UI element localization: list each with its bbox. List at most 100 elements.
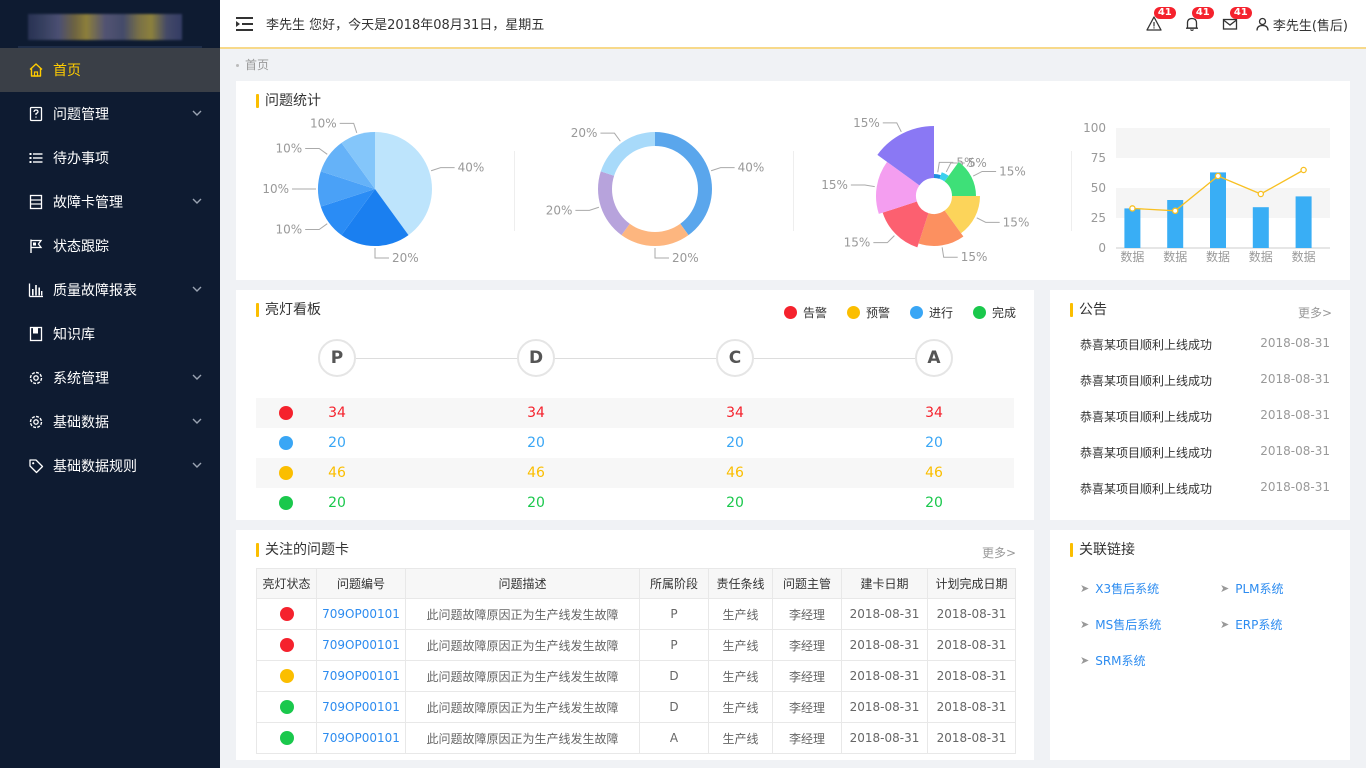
- notice-item[interactable]: 恭喜某项目顺利上线成功 2018-08-31: [1080, 480, 1330, 500]
- sidebar-item-8[interactable]: 基础数据: [0, 400, 220, 444]
- table-row[interactable]: 709OP00101 此问题故障原因正为生产线发生故障 D 生产线 李经理 2018-08…: [256, 691, 1016, 723]
- cell-code[interactable]: 709OP00101: [316, 722, 406, 754]
- y-tick-label: 75: [1091, 151, 1106, 165]
- board-count[interactable]: 34: [914, 405, 954, 421]
- sidebar-item-3[interactable]: 故障卡管理: [0, 180, 220, 224]
- rose-chart: 5%5%15%15%15%15%15%15%: [821, 116, 1029, 264]
- notice-date: 2018-08-31: [1260, 408, 1330, 422]
- table-row[interactable]: 709OP00101 此问题故障原因正为生产线发生故障 P 生产线 李经理 2018-08…: [256, 629, 1016, 661]
- notice-text: 恭喜某项目顺利上线成功: [1080, 374, 1213, 388]
- column-header[interactable]: 责任条线: [708, 568, 773, 599]
- board-count[interactable]: 20: [317, 495, 357, 511]
- bar-1[interactable]: [1167, 200, 1184, 248]
- notification-button[interactable]: 41: [1184, 7, 1214, 32]
- notice-item[interactable]: 恭喜某项目顺利上线成功 2018-08-31: [1080, 408, 1330, 428]
- status-dot: [279, 496, 293, 510]
- legend-item: 告警: [783, 304, 827, 321]
- slice-3[interactable]: [600, 132, 655, 176]
- board-count[interactable]: 34: [317, 405, 357, 421]
- cell-line: 生产线: [708, 691, 773, 723]
- sidebar-item-2[interactable]: 待办事项: [0, 136, 220, 180]
- board-count[interactable]: 20: [715, 495, 755, 511]
- board-count[interactable]: 20: [914, 495, 954, 511]
- sidebar-item-9[interactable]: 基础数据规则: [0, 444, 220, 488]
- sidebar-item-5[interactable]: 质量故障报表: [0, 268, 220, 312]
- line-point-0[interactable]: [1129, 205, 1136, 212]
- cell-code[interactable]: 709OP00101: [316, 660, 406, 692]
- cell-owner: 李经理: [772, 722, 842, 754]
- board-count[interactable]: 20: [516, 495, 556, 511]
- notice-more-link[interactable]: 更多>: [1298, 304, 1332, 321]
- table-row[interactable]: 709OP00101 此问题故障原因正为生产线发生故障 D 生产线 李经理 2018-08…: [256, 660, 1016, 692]
- user-menu[interactable]: 李先生(售后): [1256, 15, 1348, 34]
- link-label: MS售后系统: [1095, 618, 1162, 632]
- board-count[interactable]: 20: [317, 435, 357, 451]
- cell-created: 2018-08-31: [841, 660, 928, 692]
- sidebar-item-6[interactable]: 知识库: [0, 312, 220, 356]
- related-link[interactable]: ➤ ERP系统: [1220, 616, 1282, 633]
- greeting-text: 李先生 您好，今天是2018年08月31日，星期五: [266, 18, 545, 33]
- message-button[interactable]: 41: [1222, 7, 1252, 32]
- column-header[interactable]: 计划完成日期: [927, 568, 1016, 599]
- bar-3[interactable]: [1252, 207, 1269, 248]
- slice-0[interactable]: [655, 132, 712, 236]
- notice-item[interactable]: 恭喜某项目顺利上线成功 2018-08-31: [1080, 372, 1330, 392]
- alert-button[interactable]: 41: [1146, 7, 1176, 32]
- column-header[interactable]: 所属阶段: [639, 568, 709, 599]
- cell-code[interactable]: 709OP00101: [316, 691, 406, 723]
- table-row[interactable]: 709OP00101 此问题故障原因正为生产线发生故障 A 生产线 李经理 2018-08…: [256, 722, 1016, 754]
- related-link[interactable]: ➤ X3售后系统: [1080, 580, 1159, 597]
- sidebar-item-1[interactable]: 问题管理: [0, 92, 220, 136]
- column-header[interactable]: 问题描述: [405, 568, 640, 599]
- line-point-1[interactable]: [1171, 207, 1179, 215]
- column-header[interactable]: 问题主管: [772, 568, 842, 599]
- board-count[interactable]: 20: [516, 435, 556, 451]
- related-link[interactable]: ➤ MS售后系统: [1080, 616, 1161, 633]
- board-count[interactable]: 34: [516, 405, 556, 421]
- cards-more-link[interactable]: 更多>: [982, 544, 1016, 561]
- slice-1[interactable]: [621, 223, 689, 247]
- board-count[interactable]: 46: [317, 465, 357, 481]
- bar-4[interactable]: [1295, 196, 1312, 248]
- notice-item[interactable]: 恭喜某项目顺利上线成功 2018-08-31: [1080, 336, 1330, 356]
- line-point-4[interactable]: [1300, 166, 1307, 174]
- bar-2[interactable]: [1210, 172, 1226, 248]
- board-count[interactable]: 34: [715, 405, 755, 421]
- column-header[interactable]: 建卡日期: [841, 568, 928, 599]
- slice-label: 40%: [458, 161, 485, 175]
- board-count[interactable]: 20: [914, 435, 954, 451]
- logo[interactable]: [0, 0, 220, 48]
- sidebar-item-4[interactable]: 状态跟踪: [0, 224, 220, 268]
- slice-label: 20%: [672, 251, 699, 265]
- breadcrumb-home[interactable]: 首页: [245, 58, 269, 72]
- slice-label: 20%: [392, 251, 419, 265]
- board-count[interactable]: 46: [914, 465, 954, 481]
- notice-item[interactable]: 恭喜某项目顺利上线成功 2018-08-31: [1080, 444, 1330, 464]
- sidebar-item-0[interactable]: 首页: [0, 48, 220, 92]
- board-count[interactable]: 46: [516, 465, 556, 481]
- column-header[interactable]: 亮灯状态: [256, 568, 317, 599]
- column-header[interactable]: 问题编号: [316, 568, 406, 599]
- cell-code[interactable]: 709OP00101: [316, 629, 406, 661]
- cell-code[interactable]: 709OP00101: [316, 598, 406, 630]
- cell-owner: 李经理: [772, 598, 842, 630]
- notice-text: 恭喜某项目顺利上线成功: [1080, 410, 1213, 424]
- board-legend: 告警 预警 进行 完成: [764, 304, 1016, 321]
- sidebar-item-7[interactable]: 系统管理: [0, 356, 220, 400]
- notice-date: 2018-08-31: [1260, 336, 1330, 350]
- related-link[interactable]: ➤ SRM系统: [1080, 652, 1146, 669]
- bar-line-chart: 0 25 50 75 100 数据 数据 数据 数据 数据: [1083, 121, 1330, 264]
- bar-0[interactable]: [1124, 208, 1141, 248]
- sidebar-item-label: 首页: [53, 63, 81, 79]
- cell-stage: D: [639, 660, 709, 692]
- related-link[interactable]: ➤ PLM系统: [1220, 580, 1284, 597]
- line-point-2[interactable]: [1214, 172, 1222, 180]
- line-point-3[interactable]: [1257, 190, 1265, 198]
- slice-0[interactable]: [934, 174, 941, 179]
- slice-2[interactable]: [598, 171, 630, 236]
- blurred-logo-image: [28, 14, 182, 40]
- board-count[interactable]: 20: [715, 435, 755, 451]
- table-row[interactable]: 709OP00101 此问题故障原因正为生产线发生故障 P 生产线 李经理 2018-08…: [256, 598, 1016, 630]
- board-count[interactable]: 46: [715, 465, 755, 481]
- menu-toggle-icon[interactable]: [236, 16, 254, 32]
